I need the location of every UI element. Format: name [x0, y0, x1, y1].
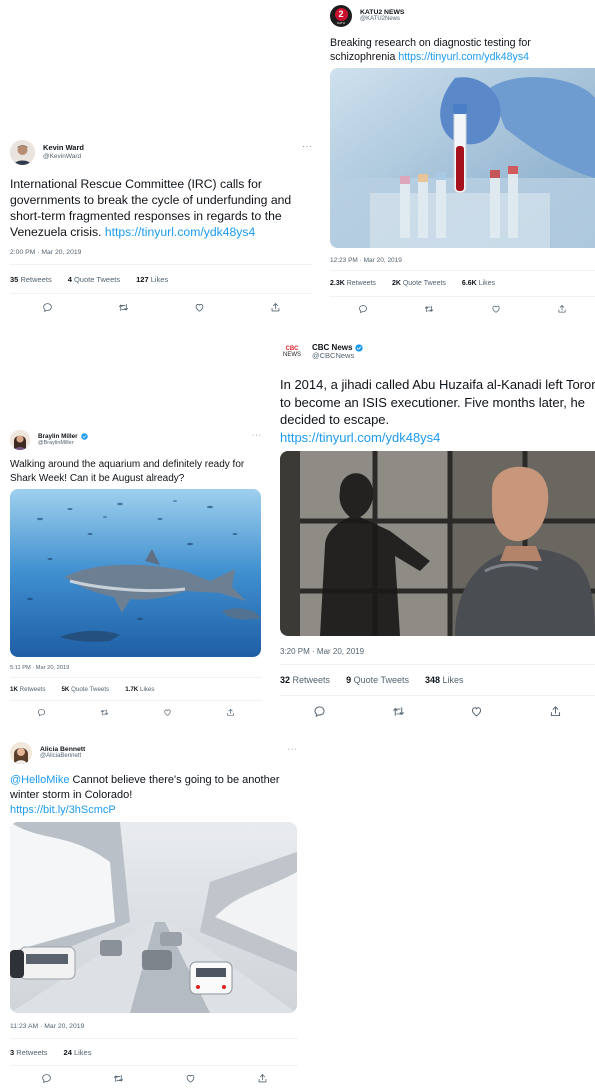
more-icon[interactable]: ··· — [302, 142, 313, 151]
retweet-icon[interactable] — [392, 705, 405, 718]
tweet-media[interactable] — [10, 489, 261, 657]
likes-stat[interactable]: 348 Likes — [425, 675, 464, 685]
user-handle[interactable]: @CBCNews — [312, 352, 363, 361]
action-bar — [10, 1066, 298, 1090]
display-name[interactable]: Braylin Miller — [38, 433, 88, 440]
retweets-stat[interactable]: 3 Retweets — [10, 1048, 48, 1057]
likes-stat[interactable]: 1.7K Likes — [125, 686, 154, 693]
engagement-stats: 35 Retweets 4 Quote Tweets 127 Likes — [10, 264, 313, 294]
share-icon[interactable] — [270, 302, 281, 313]
timestamp[interactable]: 5:11 PM · Mar 20, 2019 — [10, 665, 262, 671]
avatar[interactable]: CBC NEWS — [280, 340, 304, 364]
likes-stat[interactable]: 127 Likes — [136, 275, 168, 284]
retweet-icon[interactable] — [113, 1073, 124, 1084]
tweet-braylin-miller[interactable]: Braylin Miller @BraylinMiller ··· Walkin… — [10, 430, 262, 722]
tweet-link[interactable]: https://tinyurl.com/ydk48ys4 — [280, 430, 440, 445]
user-handle[interactable]: @BraylinMiller — [38, 440, 88, 446]
tweet-alicia-bennett[interactable]: Alicia Bennett @AliciaBennett ··· @Hello… — [10, 742, 298, 1082]
quotes-stat[interactable]: 5K Quote Tweets — [61, 686, 109, 693]
reply-icon[interactable] — [41, 1073, 52, 1084]
mention-link[interactable]: @HelloMike — [10, 774, 69, 786]
tweet-text: @HelloMike Cannot believe there's going … — [10, 774, 280, 816]
like-icon[interactable] — [163, 708, 172, 717]
verified-icon — [355, 344, 363, 352]
timestamp[interactable]: 12:23 PM · Mar 20, 2019 — [330, 257, 595, 264]
more-icon[interactable]: ··· — [252, 432, 262, 439]
share-icon[interactable] — [226, 708, 235, 717]
avatar[interactable] — [10, 742, 32, 764]
user-handle[interactable]: @AliciaBennett — [40, 753, 85, 760]
avatar[interactable]: 2 KATU — [330, 5, 352, 27]
avatar[interactable] — [10, 430, 30, 450]
share-icon[interactable] — [549, 705, 562, 718]
share-icon[interactable] — [257, 1073, 268, 1084]
tweet-text: International Rescue Committee (IRC) cal… — [10, 177, 292, 239]
timestamp[interactable]: 11:23 AM · Mar 20, 2019 — [10, 1023, 298, 1030]
avatar[interactable] — [10, 140, 35, 165]
action-bar — [280, 696, 595, 726]
action-bar — [10, 294, 313, 320]
engagement-stats: 1K Retweets 5K Quote Tweets 1.7K Likes — [10, 677, 262, 701]
like-icon[interactable] — [194, 302, 205, 313]
display-name[interactable]: Alicia Bennett — [40, 746, 85, 754]
retweet-icon[interactable] — [100, 708, 109, 717]
reply-icon[interactable] — [37, 708, 46, 717]
retweets-stat[interactable]: 1K Retweets — [10, 686, 45, 693]
action-bar — [330, 297, 595, 321]
action-bar — [10, 701, 262, 723]
like-icon[interactable] — [470, 705, 483, 718]
like-icon[interactable] — [491, 304, 501, 314]
reply-icon[interactable] — [358, 304, 368, 314]
user-handle[interactable]: @KevinWard — [43, 153, 84, 160]
like-icon[interactable] — [185, 1073, 196, 1084]
likes-stat[interactable]: 6.6K Likes — [462, 280, 495, 287]
tweet-media[interactable] — [330, 68, 595, 248]
timestamp[interactable]: 3:20 PM · Mar 20, 2019 — [280, 647, 595, 656]
likes-stat[interactable]: 24 Likes — [64, 1048, 92, 1057]
verified-icon — [81, 433, 88, 440]
tweet-cbc-news[interactable]: CBC NEWS CBC News @CBCNews In 2014, a ji… — [280, 340, 595, 725]
quotes-stat[interactable]: 9 Quote Tweets — [346, 675, 409, 685]
reply-icon[interactable] — [42, 302, 53, 313]
tweet-text: Breaking research on diagnostic testing … — [330, 37, 531, 63]
tweet-link[interactable]: https://bit.ly/3hScmcP — [10, 804, 116, 816]
engagement-stats: 2.3K Retweets 2K Quote Tweets 6.6K Likes — [330, 270, 595, 297]
tweet-link[interactable]: https://tinyurl.com/ydk48ys4 — [105, 225, 255, 239]
tweet-media[interactable] — [280, 451, 595, 636]
tweet-kevin-ward[interactable]: Kevin Ward @KevinWard ··· International … — [10, 140, 313, 320]
tweet-text: In 2014, a jihadi called Abu Huzaifa al-… — [280, 377, 595, 445]
retweet-icon[interactable] — [118, 302, 129, 313]
quotes-stat[interactable]: 4 Quote Tweets — [68, 275, 120, 284]
quotes-stat[interactable]: 2K Quote Tweets — [392, 280, 446, 287]
display-name[interactable]: KATU2 NEWS — [360, 9, 404, 17]
more-icon[interactable]: ··· — [288, 744, 299, 753]
tweet-text: Walking around the aquarium and definite… — [10, 459, 245, 484]
engagement-stats: 32 Retweets 9 Quote Tweets 348 Likes — [280, 664, 595, 696]
tweet-link[interactable]: https://tinyurl.com/ydk48ys4 — [398, 51, 529, 63]
reply-icon[interactable] — [313, 705, 326, 718]
user-handle[interactable]: @KATU2News — [360, 16, 404, 23]
tweet-katu2-news[interactable]: 2 KATU KATU2 NEWS @KATU2News Breaking re… — [330, 5, 595, 320]
engagement-stats: 3 Retweets 24 Likes — [10, 1038, 298, 1066]
retweets-stat[interactable]: 2.3K Retweets — [330, 280, 376, 287]
tweet-media[interactable] — [10, 822, 297, 1013]
retweets-stat[interactable]: 32 Retweets — [280, 675, 330, 685]
retweet-icon[interactable] — [424, 304, 434, 314]
share-icon[interactable] — [557, 304, 567, 314]
display-name[interactable]: Kevin Ward — [43, 144, 84, 153]
timestamp[interactable]: 2:00 PM · Mar 20, 2019 — [10, 249, 313, 256]
retweets-stat[interactable]: 35 Retweets — [10, 275, 52, 284]
